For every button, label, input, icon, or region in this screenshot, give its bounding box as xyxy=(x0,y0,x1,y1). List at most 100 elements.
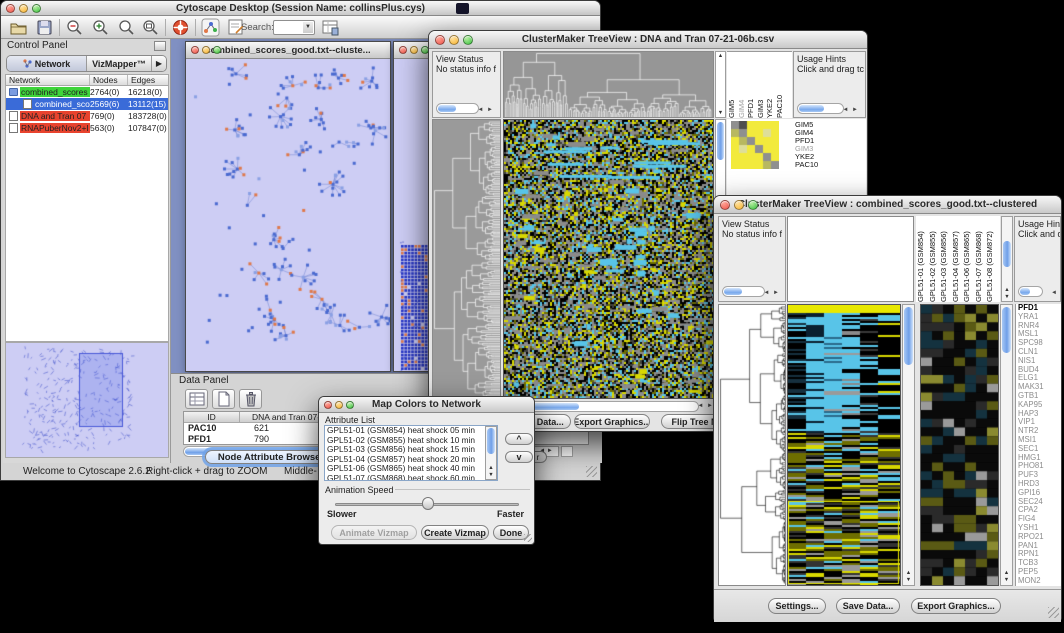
resize-grip[interactable] xyxy=(1048,607,1059,618)
network-tree-row[interactable]: RNAPuberNov2+I 563(0) 107847(0) xyxy=(6,122,168,134)
float-panel-icon[interactable] xyxy=(154,41,166,51)
gene-dendrogram-canvas[interactable] xyxy=(719,305,785,585)
column-label[interactable]: GPL51-01 (GSM854) xyxy=(916,216,928,302)
status-scrollbar[interactable]: ◄ ► xyxy=(436,103,494,114)
scroll-down-arrow[interactable]: ▼ xyxy=(486,472,496,478)
resize-grip[interactable] xyxy=(586,466,597,477)
heatmap-panel[interactable] xyxy=(503,119,714,399)
zoom-button[interactable] xyxy=(463,35,473,45)
scrollbar-arrows[interactable]: ◄ ► xyxy=(697,403,714,409)
scrollbar-arrows[interactable]: ◄ ► xyxy=(477,105,494,115)
zoom-in-icon[interactable] xyxy=(91,18,110,37)
treeview2-action-button[interactable]: Export Graphics... xyxy=(911,598,1001,614)
row-dendrogram-canvas[interactable] xyxy=(433,120,500,398)
column-label[interactable]: PFD1 xyxy=(746,52,756,118)
minimize-button[interactable] xyxy=(734,200,744,210)
network-overview-canvas[interactable] xyxy=(6,343,168,457)
network-tree-row[interactable]: DNA and Tran 07 769(0) 183728(0) xyxy=(6,110,168,122)
scroll-down-arrow[interactable]: ▼ xyxy=(1002,294,1012,300)
column-label[interactable]: PAC10 xyxy=(775,52,785,118)
status-scrollbar[interactable]: ◄ ► xyxy=(722,286,780,297)
delete-attribute-trash-icon[interactable] xyxy=(239,389,262,409)
scrollbar-thumb[interactable] xyxy=(724,288,742,295)
zoom-button[interactable] xyxy=(346,401,354,409)
zoom-out-icon[interactable] xyxy=(65,18,84,37)
hints-scrollbar[interactable]: ◄ ► xyxy=(797,103,859,114)
open-session-icon[interactable] xyxy=(9,18,28,37)
new-attribute-icon[interactable] xyxy=(212,389,235,409)
scrollbar-thumb[interactable] xyxy=(487,428,495,454)
treeview2-titlebar[interactable]: ClusterMaker TreeView : combined_scores_… xyxy=(714,196,1061,214)
scroll-up-arrow[interactable]: ▲ xyxy=(716,53,725,59)
tab-vizmapper[interactable]: VizMapper™ xyxy=(87,56,152,71)
column-label[interactable]: GPL51-07 (GSM868) xyxy=(974,216,986,302)
treeview2-action-button[interactable]: Save Data... xyxy=(836,598,900,614)
scroll-up-arrow[interactable]: ▲ xyxy=(1001,570,1012,576)
column-dendrogram-canvas[interactable] xyxy=(504,52,713,117)
row-dendrogram-panel[interactable] xyxy=(432,119,501,399)
select-attributes-icon[interactable] xyxy=(185,389,208,409)
zoom-matrix-canvas[interactable] xyxy=(731,121,779,169)
zoom-button[interactable] xyxy=(748,200,758,210)
scrollbar-thumb[interactable] xyxy=(717,122,724,160)
zoom-button[interactable] xyxy=(213,46,221,54)
dialog-titlebar[interactable]: Map Colors to Network xyxy=(319,397,534,413)
scrollbar-thumb[interactable] xyxy=(1020,288,1030,295)
gene-label[interactable]: MON2 xyxy=(1018,577,1061,586)
network-node-icon[interactable] xyxy=(201,18,220,37)
slider-thumb[interactable] xyxy=(422,497,434,510)
save-session-icon[interactable] xyxy=(35,18,54,37)
scrollbar-arrows[interactable]: ◄ xyxy=(1051,288,1058,298)
help-lifebuoy-icon[interactable] xyxy=(171,18,190,37)
zoom-heatmap-canvas[interactable] xyxy=(921,305,998,585)
column-dendrogram-panel[interactable] xyxy=(503,51,714,118)
column-label[interactable]: GPL51-06 (GSM865) xyxy=(962,216,974,302)
minimize-button[interactable] xyxy=(202,46,210,54)
move-up-button[interactable]: ^ xyxy=(505,433,533,445)
column-label[interactable]: GIM3 xyxy=(756,52,766,118)
close-button[interactable] xyxy=(324,401,332,409)
close-button[interactable] xyxy=(399,46,407,54)
column-label[interactable]: GPL51-02 (GSM855) xyxy=(928,216,940,302)
treeview1-action-button[interactable]: Export Graphics... xyxy=(574,414,650,429)
close-button[interactable] xyxy=(435,35,445,45)
resize-grip[interactable] xyxy=(524,534,532,542)
scrollbar-thumb[interactable] xyxy=(438,105,456,112)
birds-eye-view[interactable] xyxy=(5,342,169,458)
scrollbar-thumb[interactable] xyxy=(1002,307,1011,353)
global-vertical-scrollbar[interactable]: ▲ ▼ xyxy=(902,304,915,586)
close-button[interactable] xyxy=(6,4,15,13)
zoom-selected-icon[interactable] xyxy=(117,18,136,37)
row-label[interactable]: PAC10 xyxy=(795,161,843,169)
zoom-heatmap-panel[interactable] xyxy=(920,304,999,586)
global-heatmap-panel[interactable] xyxy=(787,304,901,586)
column-label[interactable]: GIM4 xyxy=(737,52,747,118)
treeview2-action-button[interactable]: Settings... xyxy=(768,598,826,614)
tab-network[interactable]: Network xyxy=(7,56,87,71)
move-down-button[interactable]: v xyxy=(505,451,533,463)
scroll-up-arrow[interactable]: ▲ xyxy=(1002,287,1012,293)
hints-scrollbar[interactable]: ◄ xyxy=(1018,286,1058,297)
network-tree-row[interactable]: combined_sco 2569(6) 13112(15) xyxy=(6,98,168,110)
minimize-button[interactable] xyxy=(449,35,459,45)
network-graph-canvas[interactable] xyxy=(186,59,390,371)
scroll-up-arrow[interactable]: ▲ xyxy=(903,570,914,576)
column-label[interactable]: GPL51-08 (GSM872) xyxy=(985,216,997,302)
zoom-fit-icon[interactable] xyxy=(141,18,160,37)
attribute-browser-icon[interactable] xyxy=(321,18,340,37)
dialog-action-button[interactable]: Create Vizmap xyxy=(421,525,489,540)
column-label[interactable]: GPL51-04 (GSM857) xyxy=(951,216,963,302)
main-titlebar[interactable]: Cytoscape Desktop (Session Name: collins… xyxy=(1,1,600,16)
close-button[interactable] xyxy=(191,46,199,54)
dendrogram-scroll-strip[interactable]: ▲ ▼ xyxy=(715,51,726,118)
scroll-up-arrow[interactable]: ▲ xyxy=(486,465,496,471)
column-label[interactable]: GPL51-03 (GSM856) xyxy=(939,216,951,302)
column-label[interactable]: GIM5 xyxy=(727,52,737,118)
search-dropdown-arrow-icon[interactable]: ▼ xyxy=(303,22,313,33)
scrollbar-thumb[interactable] xyxy=(799,105,824,112)
scrollbar-arrows[interactable]: ◄ ► xyxy=(763,288,780,298)
minimize-button[interactable] xyxy=(335,401,343,409)
heatmap-canvas[interactable] xyxy=(504,120,713,398)
zoom-vertical-scrollbar[interactable]: ▲ ▼ xyxy=(1000,304,1013,586)
tab-overflow-arrow[interactable]: ▶ xyxy=(152,56,166,71)
